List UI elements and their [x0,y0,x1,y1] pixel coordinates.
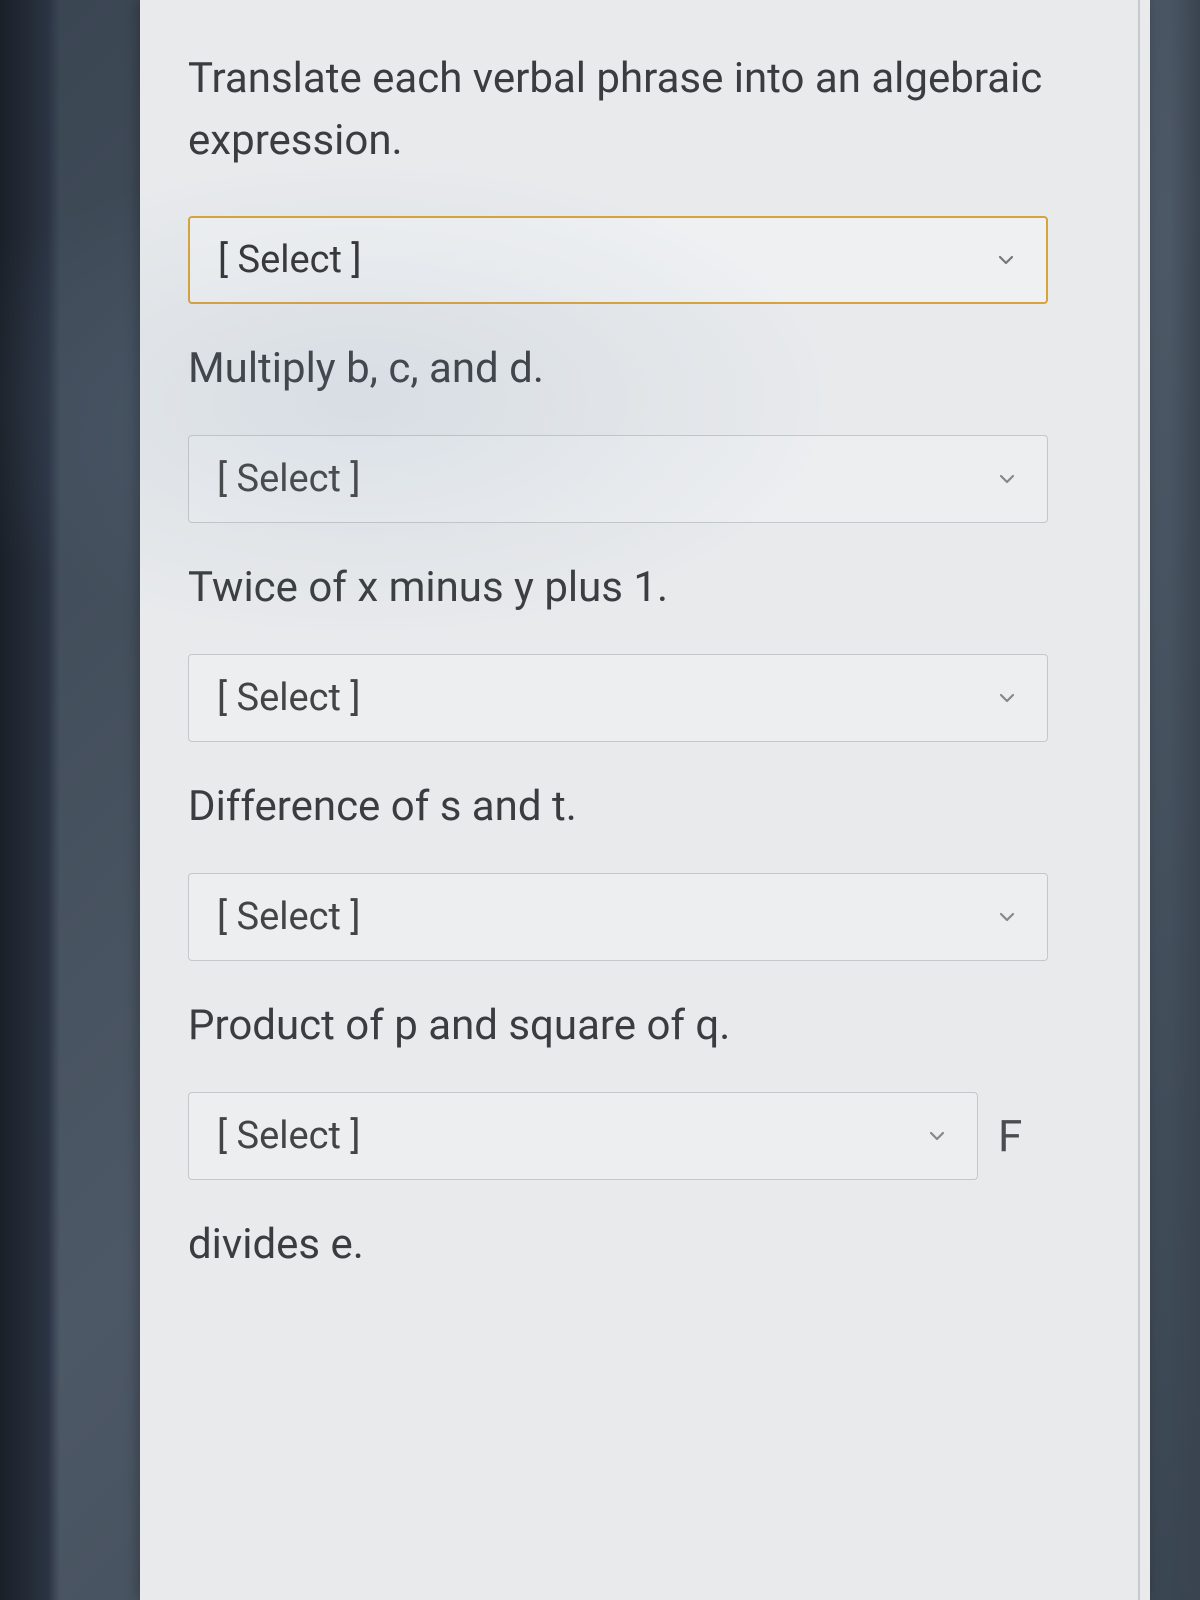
prompt-text-3: Difference of s and t. [188,778,1102,837]
select-placeholder: [ Select ] [217,1114,360,1158]
chevron-down-icon [995,686,1019,710]
select-dropdown-5[interactable]: [ Select ] [188,1092,978,1180]
select-placeholder: [ Select ] [217,676,360,720]
content-card: Translate each verbal phrase into an alg… [140,0,1150,1600]
select-dropdown-3[interactable]: [ Select ] [188,654,1048,742]
chevron-down-icon [994,248,1018,272]
screen-edge-right [1170,0,1200,1600]
select-placeholder: [ Select ] [218,238,361,282]
select-placeholder: [ Select ] [217,895,360,939]
card-right-edge [1138,0,1140,1600]
screen-edge-left [0,0,60,1600]
trailing-letter: F [998,1110,1022,1162]
select-dropdown-4[interactable]: [ Select ] [188,873,1048,961]
select-dropdown-1[interactable]: [ Select ] [188,216,1048,304]
prompt-text-4: Product of p and square of q. [188,997,1102,1056]
select-placeholder: [ Select ] [217,457,360,501]
chevron-down-icon [995,467,1019,491]
chevron-down-icon [995,905,1019,929]
last-row: [ Select ] F [188,1092,1102,1180]
prompt-text-5: divides e. [188,1216,1102,1275]
select-dropdown-2[interactable]: [ Select ] [188,435,1048,523]
prompt-text-1: Multiply b, c, and d. [188,340,1102,399]
prompt-text-2: Twice of x minus y plus 1. [188,559,1102,618]
instruction-text: Translate each verbal phrase into an alg… [188,48,1102,172]
chevron-down-icon [925,1124,949,1148]
